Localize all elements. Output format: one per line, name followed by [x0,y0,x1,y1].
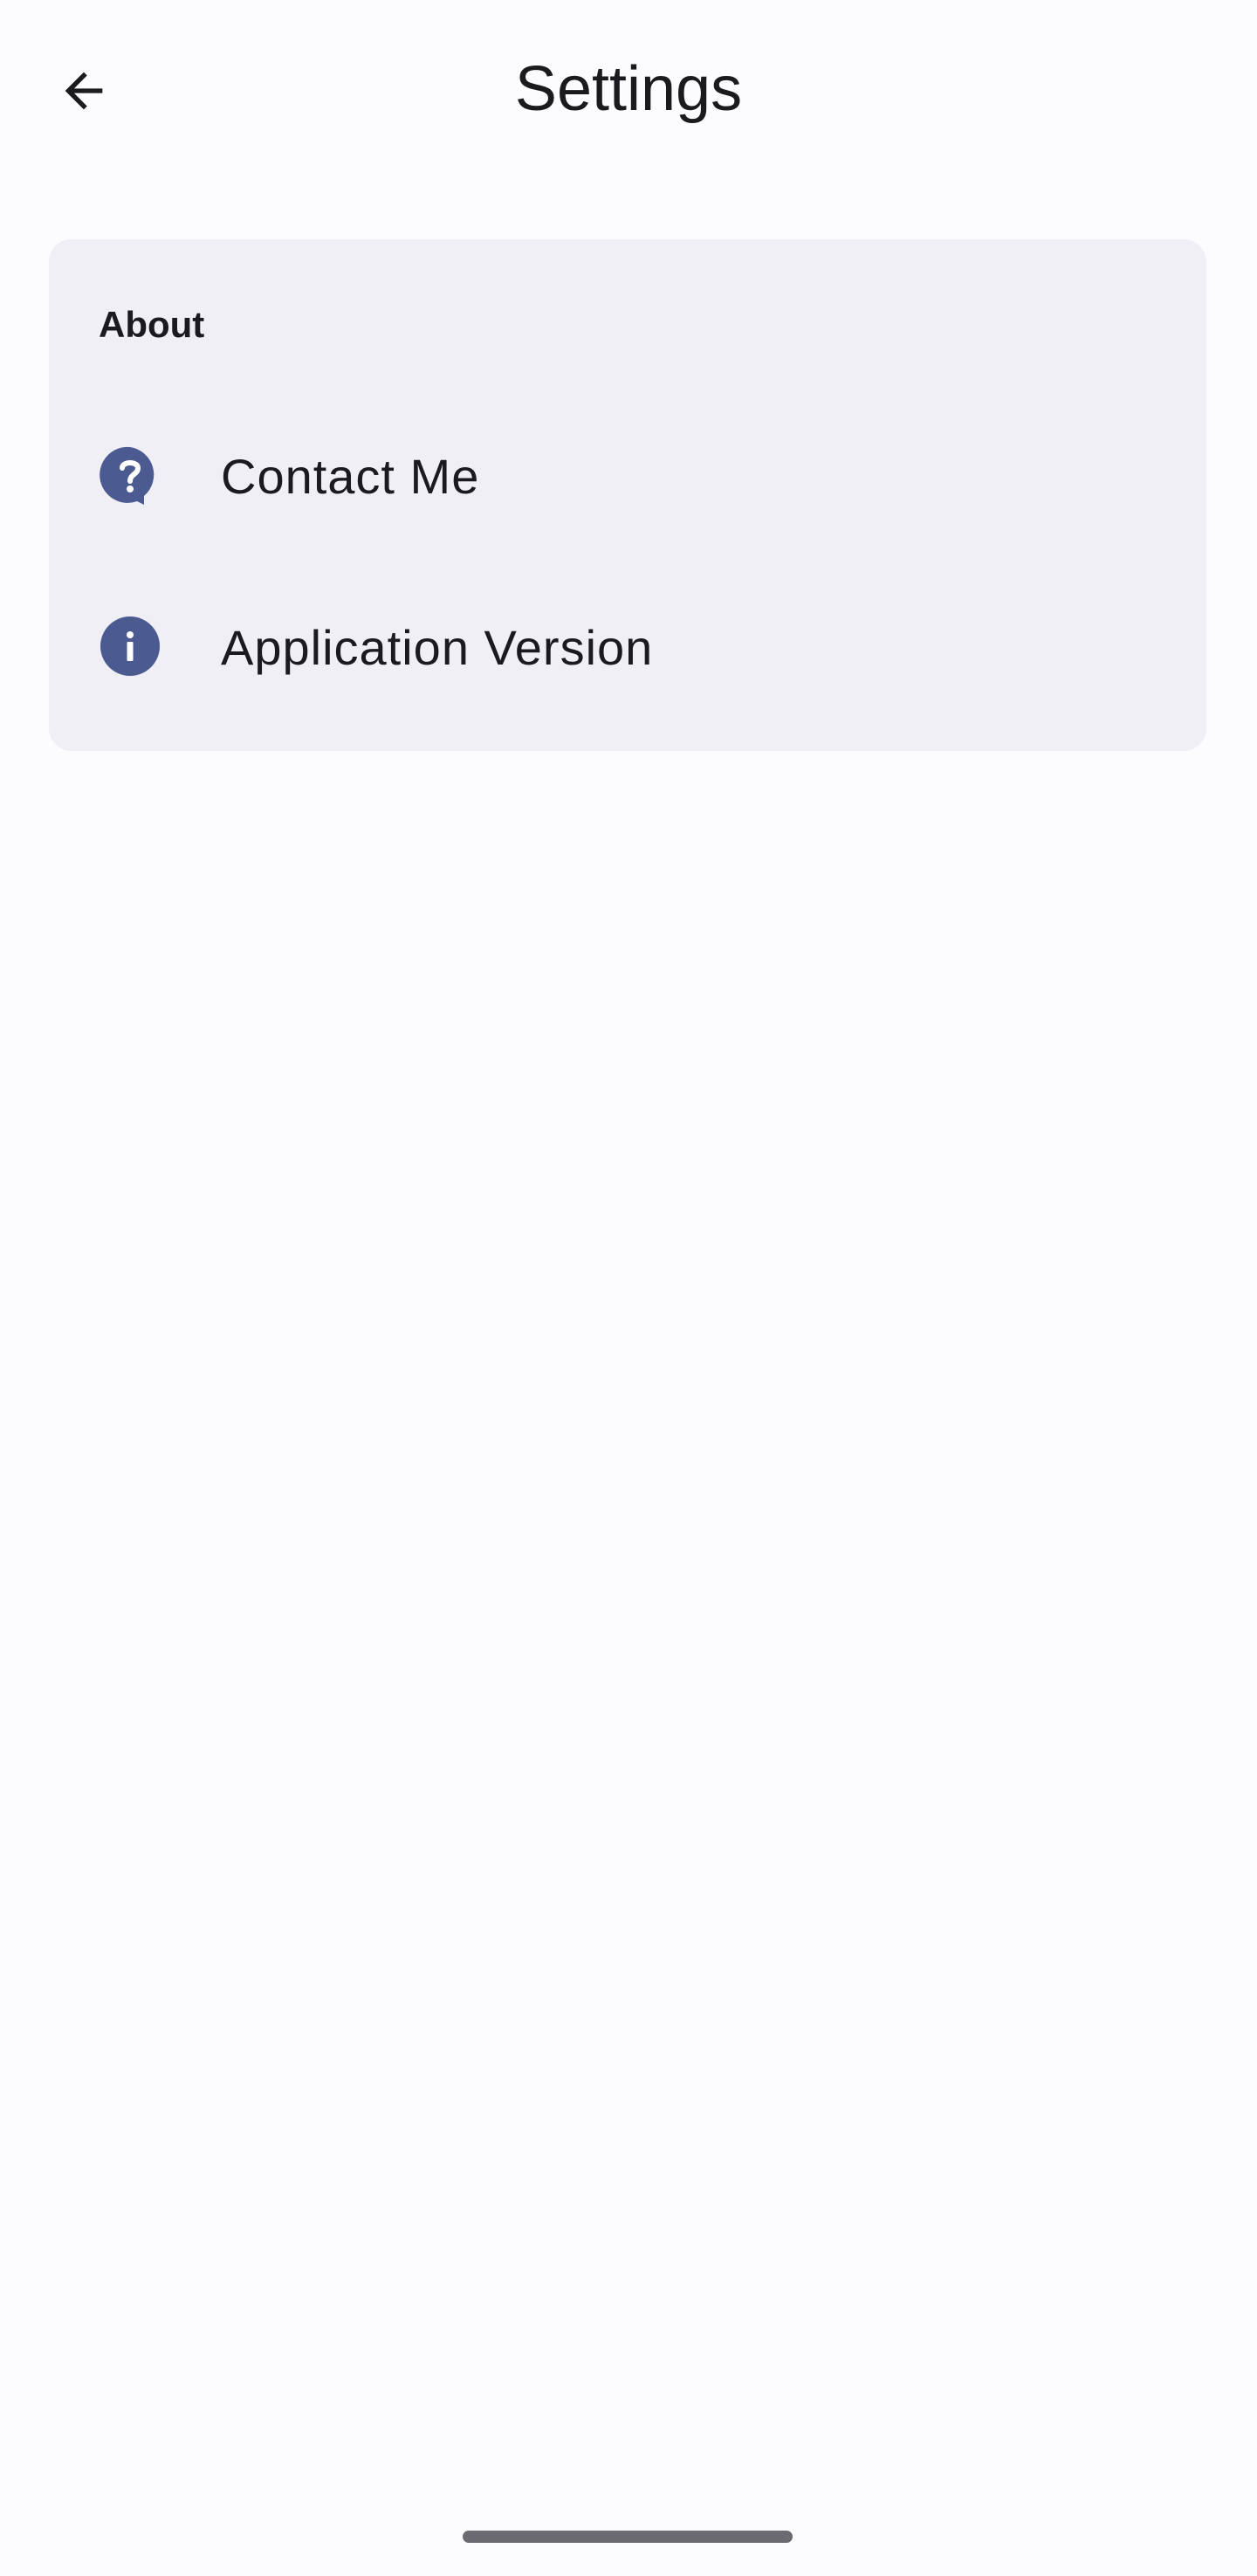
contact-me-label: Contact Me [221,449,480,504]
section-header-about: About [99,304,205,345]
help-bubble-icon [100,446,155,505]
contact-me-row[interactable]: Contact Me [49,389,1206,561]
application-version-label: Application Version [221,620,654,675]
info-icon [100,616,160,676]
page-title: Settings [514,54,743,124]
about-card: About Contact Me Application Version [49,239,1206,751]
application-version-row[interactable]: Application Version [49,561,1206,732]
home-indicator[interactable] [463,2531,793,2543]
top-app-bar: Settings [0,0,1257,175]
